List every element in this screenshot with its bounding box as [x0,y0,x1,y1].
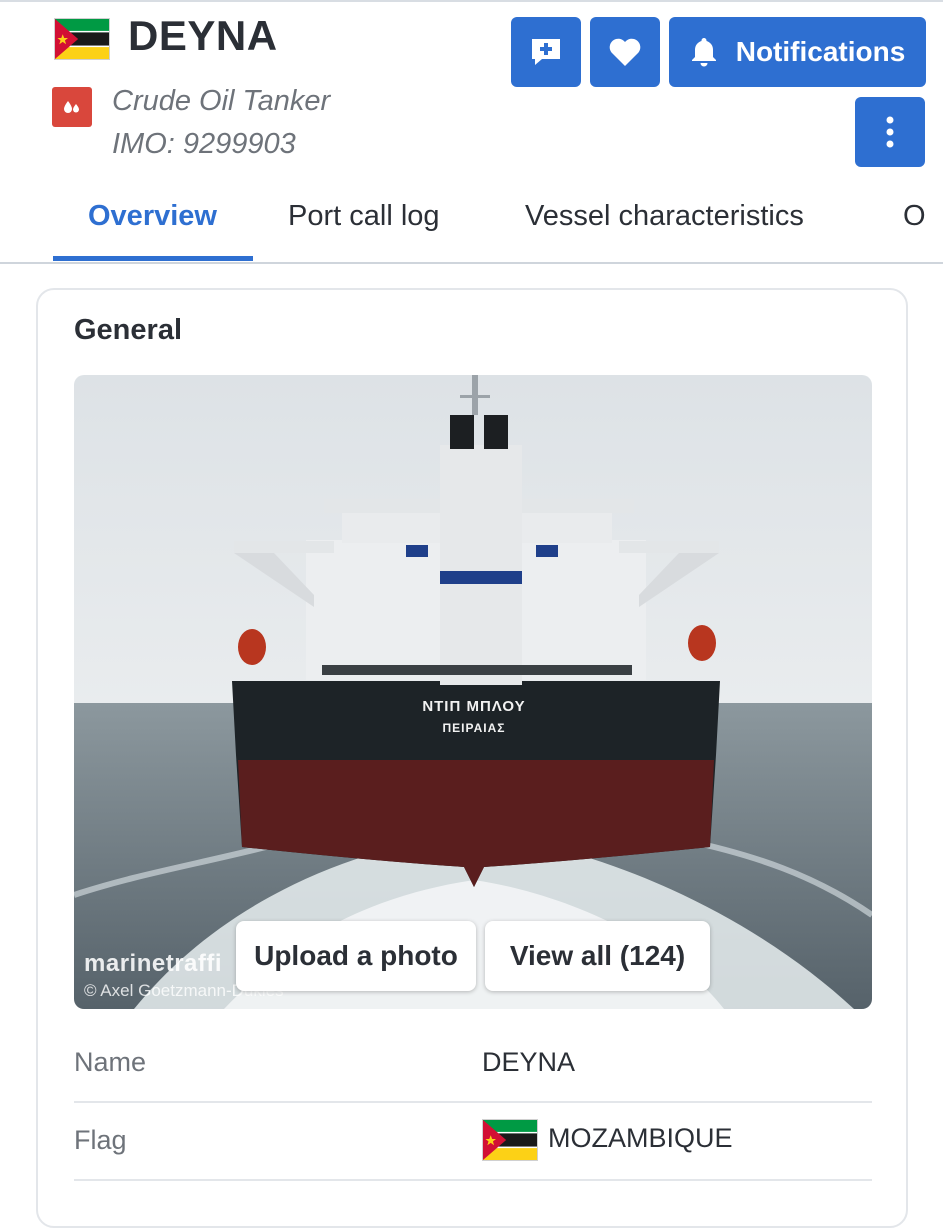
heart-icon [609,38,641,66]
more-options-button[interactable] [855,97,925,167]
notifications-label: Notifications [735,36,906,67]
tab-vessel-characteristics[interactable]: Vessel characteristics [525,200,804,233]
field-label: Name [74,1047,147,1077]
tab-overview[interactable]: Overview [88,200,217,233]
oil-drops-icon [52,87,92,127]
view-all-photos-button[interactable]: View all (124) [485,921,710,991]
tab-port-call-log[interactable]: Port call log [288,200,440,233]
vertical-dots-icon [886,116,894,148]
mozambique-flag-icon [54,18,110,60]
top-divider [0,0,943,2]
field-value: MOZAMBIQUE [548,1123,733,1153]
imo-number: IMO: 9299903 [112,128,296,160]
general-card: General ΝΤΙΠ ΜΠΛΟΥ ΠΕΙΡΑΙΑΣ marinetraffi… [36,288,908,1228]
vessel-name: DEYNA [128,12,278,59]
vessel-photo[interactable]: ΝΤΙΠ ΜΠΛΟΥ ΠΕΙΡΑΙΑΣ marinetraffi © Axel … [74,375,872,1009]
stern-port-name: ΠΕΙΡΑΙΑΣ [443,721,506,735]
tab-bar: Overview Port call log Vessel characteri… [0,180,943,264]
field-label: Flag [74,1125,127,1155]
field-value: DEYNA [482,1047,576,1077]
field-row-name: Name DEYNA [74,1025,872,1103]
active-tab-indicator [53,256,253,261]
tab-overflow[interactable]: O [903,200,926,233]
section-title: General [74,314,182,346]
field-row-flag: Flag MOZAMBIQUE [74,1103,872,1181]
notifications-button[interactable]: Notifications [669,17,926,87]
stern-vessel-name: ΝΤΙΠ ΜΠΛΟΥ [422,698,525,715]
upload-photo-button[interactable]: Upload a photo [236,921,476,991]
mozambique-flag-icon [482,1119,538,1161]
add-to-fleet-button[interactable] [511,17,581,87]
photo-watermark: marinetraffi [84,950,223,977]
add-to-fleet-icon [532,39,560,65]
vessel-type: Crude Oil Tanker [112,85,331,117]
favorite-button[interactable] [590,17,660,87]
bell-icon [691,38,716,67]
